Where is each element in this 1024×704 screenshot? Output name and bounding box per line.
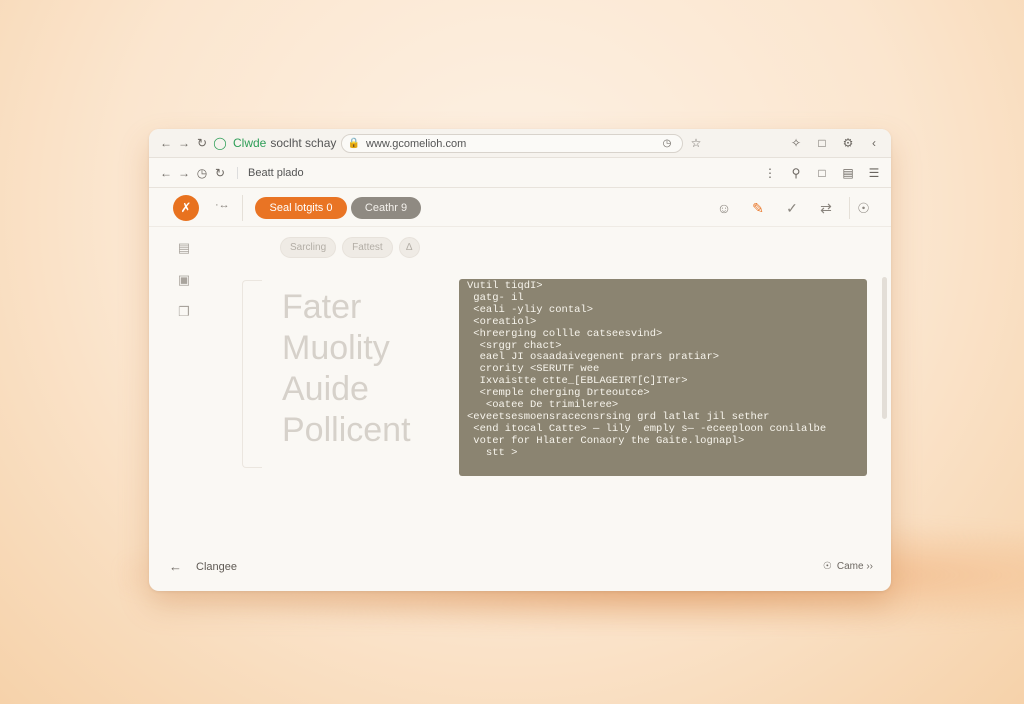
layers-icon[interactable]: ❐ xyxy=(175,303,193,321)
page-actions: ⋮ ⚲ □ ▤ ☰ xyxy=(761,164,883,182)
clipboard-icon[interactable]: ▤ xyxy=(175,239,193,257)
hero-line-4: Pollicent xyxy=(282,411,411,449)
secondary-action-button[interactable]: Ceathr 9 xyxy=(351,197,421,219)
sidebar: ▤ ▣ ❐ xyxy=(175,239,193,321)
nav-back-icon[interactable]: ← xyxy=(157,164,175,182)
settings-icon[interactable]: ⚙ xyxy=(839,134,857,152)
filter-chips: Sarcling Fattest ∆ xyxy=(280,237,420,258)
browser-tab-bar: ← → ↻ ◯ Clwde soclht schay 🔒 www.gcomeli… xyxy=(149,129,891,158)
toolbar-separator xyxy=(149,226,891,227)
help-icon[interactable]: ☉ xyxy=(849,197,871,219)
next-label: Came ›› xyxy=(836,561,873,572)
swap-icon[interactable]: ·↔ xyxy=(215,199,230,211)
address-bar[interactable]: 🔒 www.gcomelioh.com ◷ xyxy=(341,134,683,153)
refresh-circle-icon: ☉ xyxy=(822,561,832,572)
tab-icon[interactable]: □ xyxy=(813,134,831,152)
toolbar-actions: ☺ ✎ ✓ ⇄ ☉ xyxy=(713,197,871,219)
content-card-edge xyxy=(242,280,262,468)
browser-actions: ✧ □ ⚙ ‹ xyxy=(787,134,883,152)
next-link[interactable]: ☉ Came ›› xyxy=(823,561,873,572)
share-icon[interactable]: ▤ xyxy=(839,164,857,182)
reload-icon[interactable]: ↻ xyxy=(193,134,211,152)
url-text: www.gcomelioh.com xyxy=(366,137,467,150)
more-vertical-icon[interactable]: ⋮ xyxy=(761,164,779,182)
chip-icon[interactable]: ∆ xyxy=(398,237,420,258)
hero-line-3: Auide xyxy=(282,370,369,408)
pin-icon[interactable]: ⚲ xyxy=(787,164,805,182)
browser-window: ← → ↻ ◯ Clwde soclht schay 🔒 www.gcomeli… xyxy=(149,129,891,591)
inbox-icon[interactable]: ▣ xyxy=(175,271,193,289)
brand-subtitle: soclht schay xyxy=(270,136,337,150)
nav-forward-icon[interactable]: → xyxy=(175,164,193,182)
lock-icon: 🔒 xyxy=(347,138,361,149)
app-logo[interactable]: ✗ xyxy=(173,195,199,221)
history-icon[interactable]: ◷ xyxy=(193,164,211,182)
timer-icon[interactable]: ◷ xyxy=(658,135,676,153)
code-block[interactable]: Vutil tiqdI> gatg- il <eali -yliy contal… xyxy=(459,279,867,476)
chip-sarcling[interactable]: Sarcling xyxy=(280,237,337,258)
toolbar-divider xyxy=(242,195,243,221)
back-arrow-icon[interactable]: ← xyxy=(157,134,175,152)
back-arrow-icon-footer[interactable]: ← xyxy=(169,559,182,574)
page-nav-bar: ← → ◷ ↻ Beatt plado ⋮ ⚲ □ ▤ ☰ xyxy=(149,158,891,188)
hero-line-1: Fater xyxy=(282,288,362,326)
edit-icon[interactable]: ✓ xyxy=(781,197,803,219)
forward-arrow-icon[interactable]: → xyxy=(175,134,193,152)
hero-line-2: Muolity xyxy=(282,329,390,367)
page-title: Beatt plado xyxy=(237,166,304,179)
scrollbar[interactable] xyxy=(882,277,887,419)
bookmark-icon[interactable]: □ xyxy=(813,164,831,182)
add-note-icon[interactable]: ✎ xyxy=(747,197,769,219)
chip-fattest[interactable]: Fattest xyxy=(342,237,393,258)
extensions-icon[interactable]: ✧ xyxy=(787,134,805,152)
link-icon[interactable]: ⇄ xyxy=(815,197,837,219)
brand-logo-icon: ◯ xyxy=(213,136,227,150)
brand-name: Clwde xyxy=(233,136,267,150)
menu-icon[interactable]: ☰ xyxy=(865,164,883,182)
refresh-icon[interactable]: ↻ xyxy=(211,164,229,182)
user-icon[interactable]: ☺ xyxy=(713,197,735,219)
window-close-mark[interactable]: ‹ xyxy=(865,134,883,152)
primary-action-button[interactable]: Seal lotgits 0 xyxy=(255,197,347,219)
hero-title: Fater Muolity Auide Pollicent xyxy=(282,287,462,451)
back-link[interactable]: Clangee xyxy=(196,561,237,573)
star-icon[interactable]: ☆ xyxy=(687,134,705,152)
